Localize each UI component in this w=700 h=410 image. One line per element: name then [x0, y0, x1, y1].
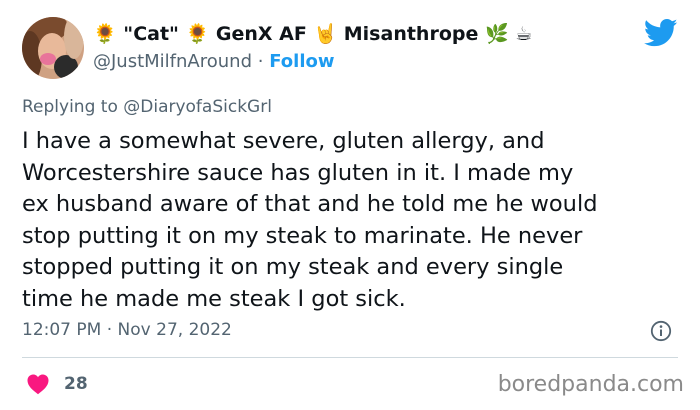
- timestamp-separator: ·: [106, 320, 113, 340]
- heart-icon: [27, 374, 49, 395]
- coffee-emoji: ☕: [515, 23, 533, 45]
- rock-hand-emoji: 🤘: [313, 23, 338, 45]
- sunflower-emoji: 🌻: [185, 23, 210, 45]
- avatar-image: [22, 17, 84, 79]
- like-button[interactable]: 28: [26, 371, 88, 397]
- handle-separator: ·: [257, 51, 264, 72]
- replying-prefix: Replying to: [22, 97, 118, 117]
- herb-emoji: 🌿: [485, 23, 509, 45]
- tweet-text: I have a somewhat severe, gluten allergy…: [22, 128, 598, 312]
- user-handle[interactable]: @JustMilfnAround: [93, 51, 252, 72]
- sunflower-emoji: 🌻: [93, 23, 117, 45]
- display-name[interactable]: 🌻 "Cat" 🌻 GenX AF 🤘 Misanthrope 🌿 ☕: [93, 22, 532, 45]
- divider: [22, 357, 678, 358]
- tweet-time: 12:07 PM: [22, 320, 102, 340]
- tweet-timestamp[interactable]: 12:07 PM · Nov 27, 2022: [22, 320, 232, 340]
- twitter-bird-icon[interactable]: [644, 18, 678, 48]
- follow-button[interactable]: Follow: [269, 51, 334, 72]
- tweet-date: Nov 27, 2022: [117, 320, 232, 340]
- reply-mention-link[interactable]: @DiaryofaSickGrl: [123, 97, 272, 117]
- watermark: boredpanda.com: [497, 372, 684, 397]
- handle-line: @JustMilfnAround · Follow: [93, 51, 335, 72]
- name-part-genx: GenX AF: [215, 23, 307, 45]
- avatar[interactable]: [22, 17, 84, 79]
- like-count: 28: [64, 374, 88, 394]
- name-part-cat: "Cat": [123, 23, 179, 45]
- replying-to-line: Replying to @DiaryofaSickGrl: [22, 97, 272, 117]
- name-part-misanthrope: Misanthrope: [343, 23, 479, 45]
- info-icon[interactable]: [650, 320, 672, 342]
